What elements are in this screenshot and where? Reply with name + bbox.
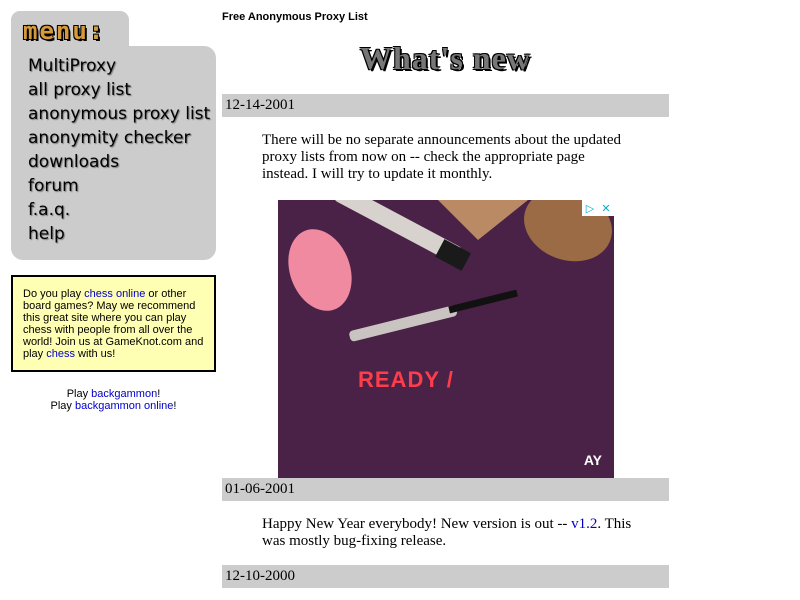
ad-controls: ▷ ✕ (582, 200, 614, 216)
menu-item-forum[interactable]: forum (28, 174, 210, 198)
menu-item-all-proxy-list[interactable]: all proxy list (28, 78, 210, 102)
chess-promo-text-1: Do you play (23, 288, 85, 300)
news-date-3: 12-10-2000 (222, 565, 669, 588)
backgammon-link[interactable]: backgammon (91, 388, 157, 400)
backgammon-suffix-1: ! (157, 388, 161, 400)
backgammon-line-1: Play backgammon! (11, 388, 216, 400)
backgammon-suffix-2: ! (173, 400, 177, 412)
news-text-2-before: Happy New Year everybody! New version is… (262, 516, 572, 532)
news-text-1: There will be no separate announcements … (262, 132, 622, 182)
news-text-2: Happy New Year everybody! New version is… (262, 516, 632, 550)
menu-logo: menu: (23, 17, 106, 45)
chess-promo-text-3: with us! (75, 348, 116, 360)
backgammon-prefix-2: Play (50, 400, 75, 412)
sponge (288, 229, 352, 311)
backgammon-online-link[interactable]: backgammon online (75, 400, 173, 412)
page-heading: What's new (360, 40, 531, 76)
mascara-tube (349, 305, 457, 342)
mascara-wand (448, 289, 518, 314)
chess-online-link[interactable]: chess online (84, 288, 145, 300)
chess-promo-box: Do you play chess online or other board … (11, 275, 216, 372)
version-link[interactable]: v1.2 (571, 516, 597, 532)
menu-item-help[interactable]: help (28, 222, 210, 246)
ad-headline: READY / (358, 367, 454, 392)
site-title: Free Anonymous Proxy List (222, 11, 368, 23)
menu-item-multiproxy[interactable]: MultiProxy (28, 54, 210, 78)
ad-brand-logo: AY (583, 452, 602, 468)
ad-artwork (288, 200, 612, 342)
backgammon-prefix-1: Play (66, 388, 92, 400)
menu-item-faq[interactable]: f.a.q. (28, 198, 210, 222)
menu-list: MultiProxy all proxy list anonymous prox… (28, 54, 210, 246)
backgammon-line-2: Play backgammon online! (11, 400, 216, 412)
chess-link[interactable]: chess (46, 348, 75, 360)
news-date-2: 01-06-2001 (222, 478, 669, 501)
advertisement[interactable]: ▷ ✕ READY / AY (278, 200, 614, 480)
menu-item-anonymous-proxy-list[interactable]: anonymous proxy list (28, 102, 210, 126)
play-triangle-icon[interactable]: ▷ (582, 200, 598, 216)
menu-item-downloads[interactable]: downloads (28, 150, 210, 174)
backgammon-promo: Play backgammon! Play backgammon online! (11, 388, 216, 412)
brush-bristles (438, 200, 528, 240)
close-icon[interactable]: ✕ (598, 200, 614, 216)
news-date-1: 12-14-2001 (222, 94, 669, 117)
menu-item-anonymity-checker[interactable]: anonymity checker (28, 126, 210, 150)
